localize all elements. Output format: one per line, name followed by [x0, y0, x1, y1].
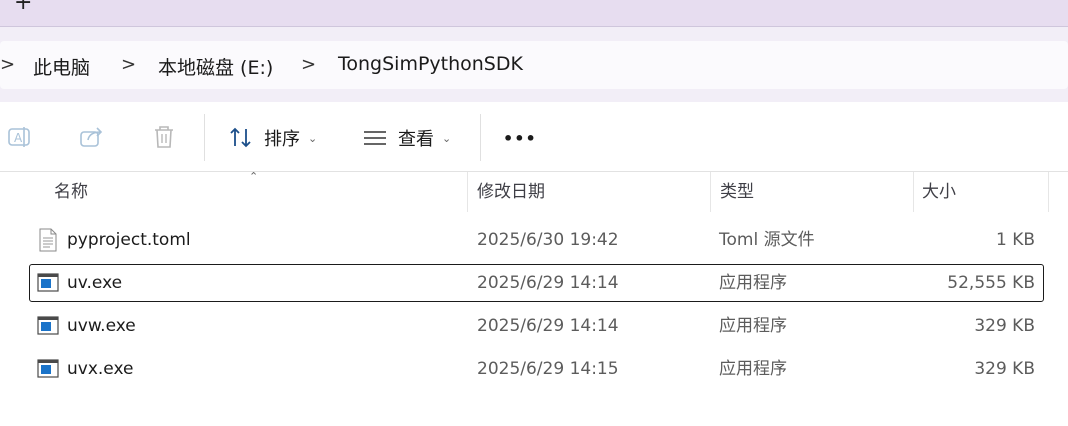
- file-row[interactable]: uvx.exe 2025/6/29 14:15 应用程序 329 KB: [30, 351, 1043, 387]
- file-row-selected[interactable]: uv.exe 2025/6/29 14:14 应用程序 52,555 KB: [29, 264, 1044, 302]
- file-type: Toml 源文件: [719, 230, 815, 250]
- view-button[interactable]: 查看 ⌄: [362, 122, 451, 154]
- command-bar: A 排序 ⌄ 查看 ⌄ •••: [0, 102, 1068, 172]
- column-date-modified[interactable]: 修改日期: [477, 172, 545, 212]
- chevron-down-icon: ⌄: [442, 131, 452, 145]
- sort-icon: [230, 127, 251, 148]
- more-options-button[interactable]: •••: [503, 122, 537, 154]
- file-date: 2025/6/30 19:42: [477, 230, 619, 250]
- breadcrumb-local-disk-e[interactable]: 本地磁盘 (E:): [158, 53, 273, 80]
- delete-icon[interactable]: [151, 124, 177, 150]
- sort-button[interactable]: 排序 ⌄: [228, 122, 317, 154]
- app-icon: [37, 273, 59, 292]
- file-name: uvw.exe: [67, 316, 136, 336]
- column-divider[interactable]: [1048, 172, 1049, 212]
- file-name: uv.exe: [67, 273, 123, 293]
- view-list-icon: [364, 131, 386, 145]
- chevron-down-icon: ⌄: [308, 131, 318, 145]
- column-name[interactable]: 名称: [54, 172, 88, 212]
- column-type[interactable]: 类型: [720, 172, 754, 212]
- svg-text:A: A: [14, 131, 23, 145]
- file-date: 2025/6/29 14:14: [477, 273, 619, 293]
- sort-ascending-icon: ⌃: [249, 170, 259, 183]
- column-divider[interactable]: [710, 172, 711, 212]
- file-size: 329 KB: [974, 316, 1035, 336]
- chevron-right-icon[interactable]: >: [0, 54, 15, 75]
- file-size: 329 KB: [974, 359, 1035, 379]
- address-area: > 此电脑 > 本地磁盘 (E:) > TongSimPythonSDK: [0, 27, 1068, 102]
- app-icon: [37, 359, 59, 378]
- file-size: 52,555 KB: [947, 273, 1035, 293]
- column-divider[interactable]: [467, 172, 468, 212]
- more-icon: •••: [503, 128, 537, 148]
- column-size[interactable]: 大小: [922, 172, 956, 212]
- file-date: 2025/6/29 14:15: [477, 359, 619, 379]
- breadcrumb-current-folder[interactable]: TongSimPythonSDK: [338, 53, 523, 75]
- rename-icon[interactable]: A: [7, 124, 33, 150]
- file-type: 应用程序: [719, 273, 787, 293]
- file-name: uvx.exe: [67, 359, 134, 379]
- file-type: 应用程序: [719, 316, 787, 336]
- app-icon: [37, 316, 59, 335]
- file-name: pyproject.toml: [67, 230, 191, 250]
- file-row[interactable]: uvw.exe 2025/6/29 14:14 应用程序 329 KB: [30, 308, 1043, 344]
- column-header: ⌃ 名称 修改日期 类型 大小: [0, 170, 1068, 212]
- breadcrumb-this-pc[interactable]: 此电脑: [33, 53, 90, 80]
- breadcrumb[interactable]: > 此电脑 > 本地磁盘 (E:) > TongSimPythonSDK: [0, 41, 1068, 89]
- share-icon[interactable]: [79, 124, 105, 150]
- file-size: 1 KB: [995, 230, 1035, 250]
- file-row[interactable]: pyproject.toml 2025/6/30 19:42 Toml 源文件 …: [30, 222, 1043, 258]
- text-file-icon: [39, 228, 57, 252]
- chevron-right-icon[interactable]: >: [301, 54, 316, 75]
- file-type: 应用程序: [719, 359, 787, 379]
- new-tab-button[interactable]: +: [14, 0, 32, 14]
- column-divider[interactable]: [913, 172, 914, 212]
- file-date: 2025/6/29 14:14: [477, 316, 619, 336]
- tab-strip: +: [0, 0, 1068, 27]
- sort-label: 排序: [264, 129, 300, 150]
- chevron-right-icon[interactable]: >: [121, 54, 136, 75]
- toolbar-divider: [480, 114, 481, 161]
- view-label: 查看: [398, 129, 434, 150]
- toolbar-divider: [204, 114, 205, 161]
